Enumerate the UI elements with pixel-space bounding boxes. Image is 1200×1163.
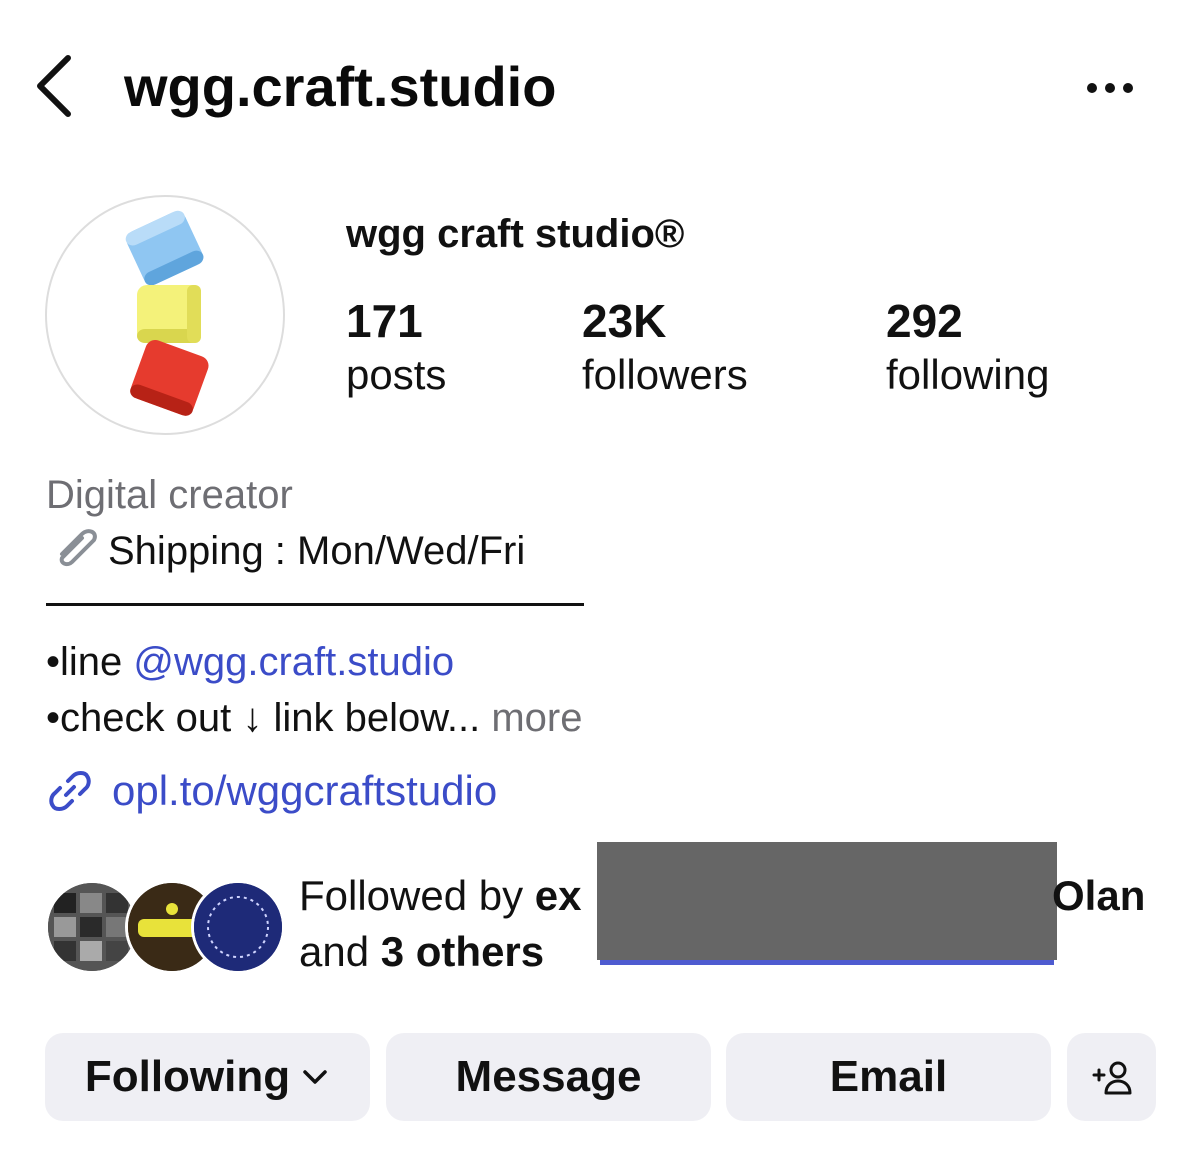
back-button[interactable] — [28, 50, 88, 120]
followed-by-text[interactable]: Followed by ex and 3 others — [299, 868, 582, 980]
line-handle-link[interactable]: @wgg.craft.studio — [133, 640, 454, 684]
bio-checkout-line: •check out ↓ link below... more — [46, 692, 582, 744]
chevron-down-icon — [303, 1070, 327, 1084]
followed-by-name-end: Olan — [1052, 872, 1146, 919]
badge-logo-image — [194, 883, 282, 971]
profile-header: wgg.craft.studio — [0, 0, 1200, 170]
email-button-label: Email — [829, 1052, 948, 1101]
photo-collage-image — [48, 883, 136, 971]
following-count: 292 — [886, 295, 963, 347]
stacked-cubes-logo — [125, 210, 209, 416]
mutual-follower-avatar — [191, 880, 285, 974]
stat-followers[interactable]: 23K followers — [582, 294, 748, 402]
paperclip-icon — [59, 529, 97, 567]
ellipsis-icon — [1087, 83, 1133, 93]
bio-shipping-line: Shipping : Mon/Wed/Fri — [46, 524, 525, 577]
bio-more-link[interactable]: more — [491, 696, 582, 740]
followers-count: 23K — [582, 295, 667, 347]
message-button[interactable]: Message — [386, 1033, 711, 1121]
message-button-label: Message — [455, 1052, 642, 1101]
stat-following[interactable]: 292 following — [886, 294, 1049, 402]
followed-by-others: 3 others — [380, 928, 545, 975]
profile-category: Digital creator — [46, 473, 293, 517]
bio-line-handle: •line @wgg.craft.studio — [46, 636, 454, 688]
shipping-text: Shipping : Mon/Wed/Fri — [108, 529, 526, 573]
checkout-text: •check out ↓ link below... — [46, 696, 481, 740]
link-text: opl.to/wggcraftstudio — [112, 767, 498, 814]
bio-divider — [46, 603, 584, 606]
followed-by-and: and — [299, 928, 381, 975]
mutual-followers-avatars[interactable] — [45, 880, 285, 974]
add-user-icon — [1092, 1061, 1131, 1095]
add-user-button[interactable] — [1067, 1033, 1156, 1121]
line-prefix: •line — [46, 640, 134, 684]
profile-display-name: wgg craft studio® — [346, 212, 685, 256]
following-label: following — [886, 351, 1050, 398]
following-button-label: Following — [84, 1052, 291, 1101]
email-button[interactable]: Email — [726, 1033, 1051, 1121]
profile-username: wgg.craft.studio — [124, 55, 557, 118]
profile-external-link[interactable]: opl.to/wggcraftstudio — [46, 764, 497, 818]
following-button[interactable]: Following — [45, 1033, 370, 1121]
redaction-box — [597, 842, 1057, 960]
more-options-button[interactable] — [1082, 68, 1142, 108]
profile-avatar[interactable] — [45, 195, 285, 435]
stat-posts[interactable]: 171 posts — [346, 294, 446, 402]
followers-label: followers — [582, 351, 748, 398]
posts-label: posts — [346, 351, 447, 398]
chevron-left-icon — [37, 55, 71, 117]
link-icon — [49, 771, 91, 811]
followed-by-name-start: ex — [534, 872, 582, 919]
followed-by-prefix: Followed by — [299, 872, 535, 919]
posts-count: 171 — [346, 295, 423, 347]
